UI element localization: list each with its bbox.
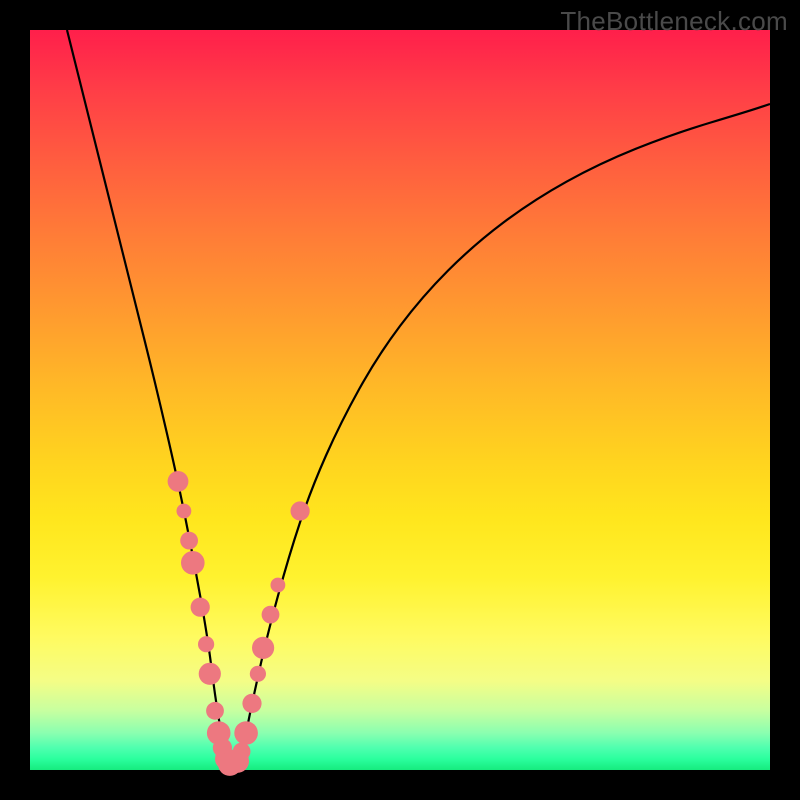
curve-marker bbox=[291, 501, 310, 520]
chart-frame: TheBottleneck.com bbox=[0, 0, 800, 800]
plot-area bbox=[30, 30, 770, 770]
watermark-text: TheBottleneck.com bbox=[560, 6, 788, 37]
curve-marker bbox=[234, 721, 258, 745]
curve-marker bbox=[177, 504, 192, 519]
curve-marker bbox=[262, 606, 280, 624]
curve-marker bbox=[168, 471, 189, 492]
curve-marker bbox=[180, 532, 198, 550]
curve-marker bbox=[242, 694, 261, 713]
curve-marker bbox=[271, 578, 286, 593]
curve-marker bbox=[191, 598, 210, 617]
bottleneck-curve bbox=[67, 30, 770, 766]
curve-marker bbox=[252, 637, 274, 659]
curve-marker bbox=[198, 636, 214, 652]
curve-marker bbox=[206, 702, 224, 720]
curve-marker bbox=[199, 663, 221, 685]
curve-marker bbox=[181, 551, 205, 575]
curve-markers bbox=[168, 471, 310, 776]
curve-marker bbox=[233, 743, 251, 761]
curve-svg bbox=[30, 30, 770, 770]
curve-marker bbox=[250, 666, 266, 682]
